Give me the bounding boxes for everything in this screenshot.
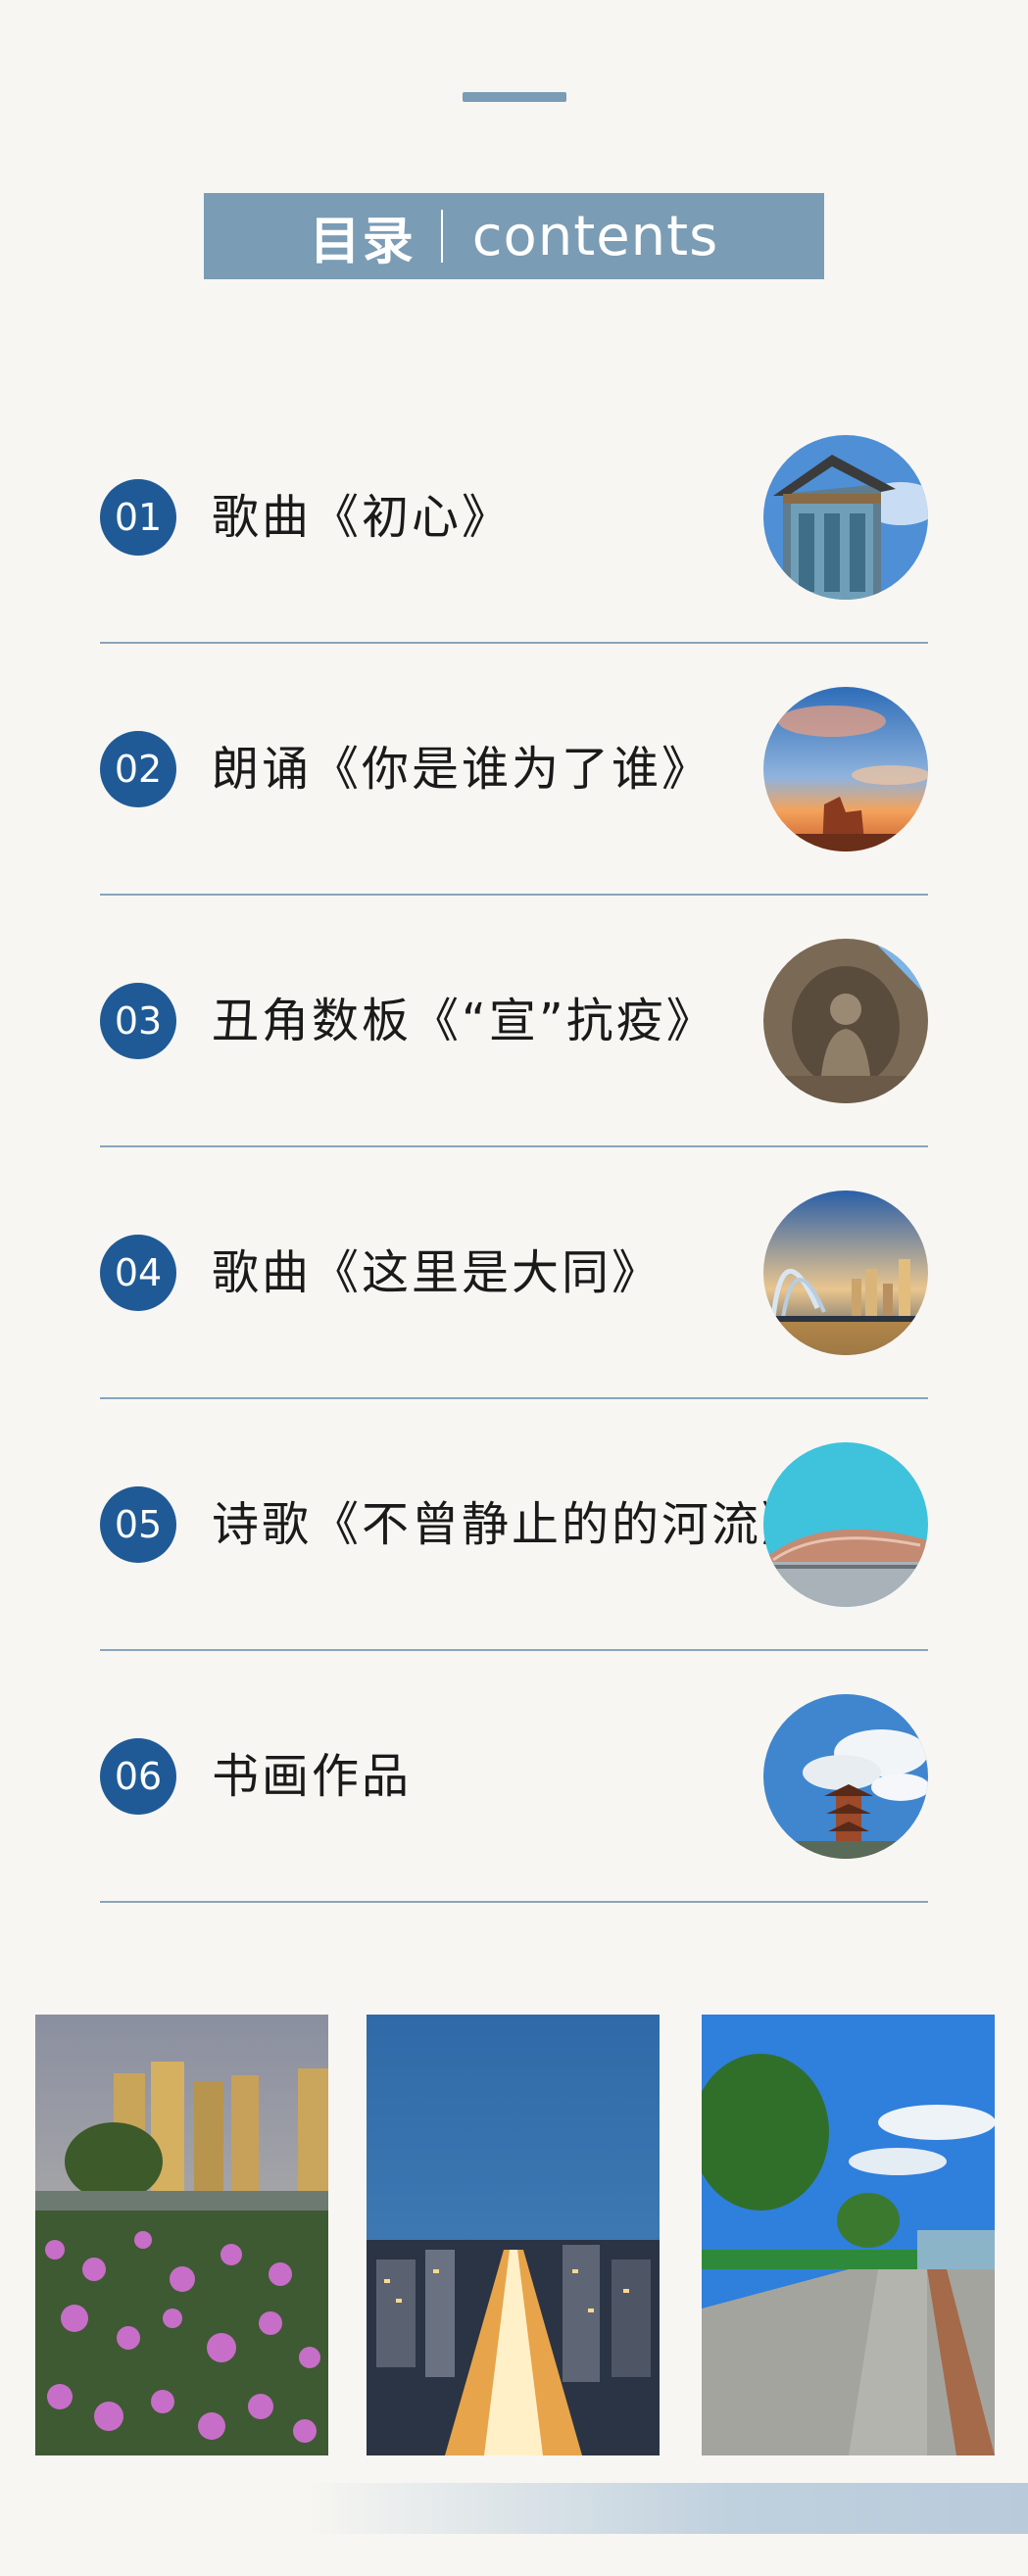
list-item[interactable]: 05 诗歌《不曾静止的的河流》 xyxy=(100,1399,928,1651)
item-title: 诗歌《不曾静止的的河流》 xyxy=(212,1496,812,1552)
item-title: 书画作品 xyxy=(212,1748,413,1804)
contents-banner: 目录 contents xyxy=(204,193,824,279)
city-night-aerial-photo xyxy=(367,2015,660,2455)
list-item[interactable]: 06 书画作品 xyxy=(100,1651,928,1903)
sunset-rock-formation-icon xyxy=(763,686,928,851)
riverside-walkway-photo xyxy=(702,2015,995,2455)
item-number-badge: 01 xyxy=(100,478,176,556)
modern-museum-building-icon xyxy=(763,1441,928,1607)
top-accent-bar xyxy=(463,92,566,102)
item-title: 歌曲《这里是大同》 xyxy=(212,1244,662,1300)
ornate-gate-tower-icon xyxy=(763,434,928,600)
item-title: 歌曲《初心》 xyxy=(212,489,513,545)
list-item[interactable]: 04 歌曲《这里是大同》 xyxy=(100,1147,928,1399)
banner-title-en: contents xyxy=(471,204,719,268)
banner-divider xyxy=(440,210,443,263)
banner-title-cn: 目录 xyxy=(309,212,416,271)
flowers-high-rise-photo xyxy=(35,2015,328,2455)
bottom-gradient-band xyxy=(304,2483,1028,2534)
list-item[interactable]: 01 歌曲《初心》 xyxy=(100,392,928,644)
item-number-badge: 05 xyxy=(100,1485,176,1563)
list-item[interactable]: 02 朗诵《你是谁为了谁》 xyxy=(100,644,928,896)
item-number-badge: 03 xyxy=(100,982,176,1059)
cave-buddha-statue-icon xyxy=(763,938,928,1103)
item-number-badge: 06 xyxy=(100,1737,176,1815)
item-title: 朗诵《你是谁为了谁》 xyxy=(212,741,712,797)
item-number-badge: 02 xyxy=(100,730,176,807)
item-title: 丑角数板《“宣”抗疫》 xyxy=(212,993,716,1048)
contents-list: 01 歌曲《初心》 02 朗诵《你是谁为了谁》 03 丑角数板《“宣”抗疫》 0… xyxy=(100,392,928,1903)
list-item[interactable]: 03 丑角数板《“宣”抗疫》 xyxy=(100,896,928,1147)
item-number-badge: 04 xyxy=(100,1234,176,1311)
city-bridge-night-icon xyxy=(763,1190,928,1355)
pagoda-clouds-icon xyxy=(763,1693,928,1859)
